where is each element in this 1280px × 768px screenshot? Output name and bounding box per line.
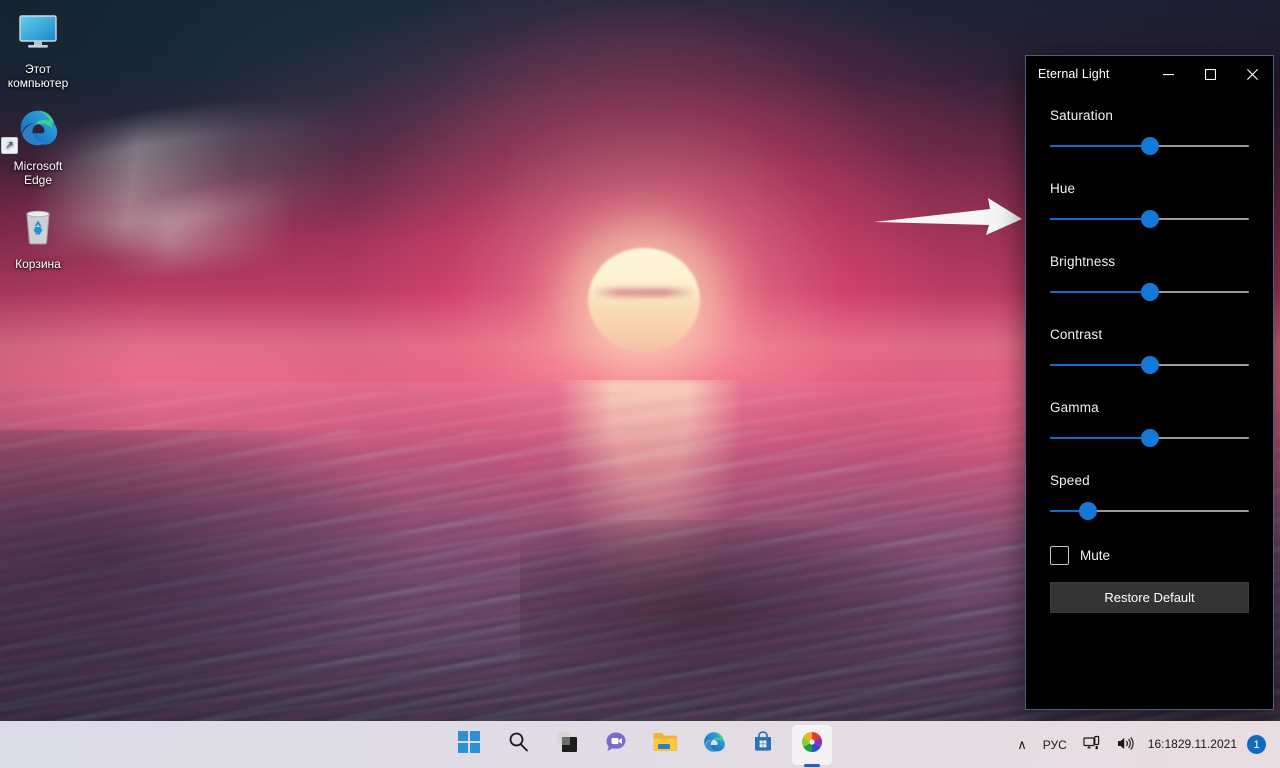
- tray-overflow-button[interactable]: ∧: [1009, 726, 1035, 764]
- language-label: РУС: [1042, 737, 1067, 752]
- slider-contrast[interactable]: [1050, 356, 1249, 374]
- notification-badge: 1: [1247, 735, 1266, 754]
- edge-icon: [701, 729, 727, 760]
- slider-fill: [1050, 364, 1150, 366]
- slider-brightness[interactable]: [1050, 283, 1249, 301]
- desktop-icon-label-line2: компьютер: [7, 76, 69, 90]
- chat-icon: [604, 730, 628, 759]
- eternal-light-window: Eternal Light Saturation Hue Brightness …: [1025, 55, 1274, 710]
- slider-thumb[interactable]: [1140, 356, 1159, 374]
- taskbar-item-microsoft-edge[interactable]: [694, 725, 734, 765]
- window-title: Eternal Light: [1038, 67, 1110, 81]
- controls-panel: Saturation Hue Brightness Contrast Gamma…: [1026, 92, 1273, 613]
- label-hue: Hue: [1050, 181, 1076, 196]
- shortcut-overlay-icon: ↗: [1, 137, 18, 154]
- label-gamma: Gamma: [1050, 400, 1099, 415]
- desktop-screen: Этот компьютер ↗ Microsoft Edge Корзина …: [0, 0, 1280, 768]
- taskbar-item-eternal-light[interactable]: [791, 724, 832, 767]
- desktop-icon-label-line1: Корзина: [15, 257, 61, 271]
- white-arrow-annotation: [872, 196, 1024, 240]
- slider-fill: [1050, 437, 1150, 439]
- label-speed: Speed: [1050, 473, 1090, 488]
- slider-thumb[interactable]: [1078, 502, 1097, 520]
- restore-default-button[interactable]: Restore Default: [1050, 582, 1249, 613]
- desktop-icon-label-line1: Microsoft: [13, 159, 63, 173]
- desktop-icon-label-line2: Edge: [23, 173, 53, 187]
- tray-notification-button[interactable]: 1: [1247, 726, 1272, 764]
- taskbar-item-microsoft-store[interactable]: [743, 725, 783, 765]
- tray-language-indicator[interactable]: РУС: [1035, 726, 1075, 764]
- slider-fill: [1050, 218, 1150, 220]
- tray-time: 16:18: [1147, 737, 1178, 751]
- window-titlebar[interactable]: Eternal Light: [1026, 56, 1273, 92]
- eternal-light-icon: [799, 729, 825, 760]
- taskbar-item-start[interactable]: [449, 725, 489, 765]
- close-button[interactable]: [1231, 56, 1273, 92]
- slider-thumb[interactable]: [1140, 137, 1159, 155]
- close-icon: [1246, 68, 1258, 80]
- desktop-icon-this-pc[interactable]: Этот компьютер: [0, 8, 76, 90]
- taskbar-item-chat[interactable]: [596, 725, 636, 765]
- task-view-icon: [555, 730, 579, 759]
- mute-label: Mute: [1080, 548, 1111, 563]
- slider-thumb[interactable]: [1140, 210, 1159, 228]
- chevron-up-icon: ∧: [1017, 736, 1027, 752]
- slider-speed[interactable]: [1050, 502, 1249, 520]
- minimize-button[interactable]: [1147, 56, 1189, 92]
- label-contrast: Contrast: [1050, 327, 1103, 342]
- maximize-icon: [1204, 68, 1216, 80]
- desktop-icon-microsoft-edge[interactable]: ↗ Microsoft Edge: [0, 105, 76, 187]
- taskbar: ∧ РУС 16:18 29.11.2021 1: [0, 721, 1280, 768]
- window-controls: [1147, 56, 1273, 92]
- taskbar-item-search[interactable]: [498, 725, 538, 765]
- slider-thumb[interactable]: [1140, 283, 1159, 301]
- system-tray: ∧ РУС 16:18 29.11.2021 1: [1009, 721, 1272, 768]
- tray-date: 29.11.2021: [1177, 737, 1237, 751]
- slider-saturation[interactable]: [1050, 137, 1249, 155]
- monitor-icon: [0, 8, 76, 58]
- mute-checkbox-row[interactable]: Mute: [1050, 546, 1249, 565]
- speaker-icon: [1116, 735, 1134, 755]
- slider-fill: [1050, 291, 1150, 293]
- label-saturation: Saturation: [1050, 108, 1114, 123]
- minimize-icon: [1162, 73, 1174, 75]
- slider-fill: [1050, 145, 1150, 147]
- taskbar-item-task-view[interactable]: [547, 725, 587, 765]
- network-icon: [1083, 735, 1100, 755]
- search-icon: [507, 731, 529, 758]
- slider-thumb[interactable]: [1140, 429, 1159, 447]
- taskbar-item-file-explorer[interactable]: [645, 725, 685, 765]
- recycle-bin-icon: [0, 203, 76, 253]
- slider-gamma[interactable]: [1050, 429, 1249, 447]
- tray-volume-button[interactable]: [1108, 726, 1142, 764]
- windows-logo-icon: [457, 731, 480, 758]
- mute-checkbox[interactable]: [1050, 546, 1069, 565]
- store-icon: [751, 730, 775, 759]
- label-brightness: Brightness: [1050, 254, 1116, 269]
- tray-clock[interactable]: 16:18 29.11.2021: [1142, 726, 1247, 764]
- desktop-icon-recycle-bin[interactable]: Корзина: [0, 203, 76, 271]
- tray-network-button[interactable]: [1075, 726, 1108, 764]
- slider-hue[interactable]: [1050, 210, 1249, 228]
- folder-icon: [652, 730, 678, 759]
- maximize-button[interactable]: [1189, 56, 1231, 92]
- edge-icon: ↗: [0, 105, 76, 155]
- desktop-icon-label-line1: Этот: [25, 62, 51, 76]
